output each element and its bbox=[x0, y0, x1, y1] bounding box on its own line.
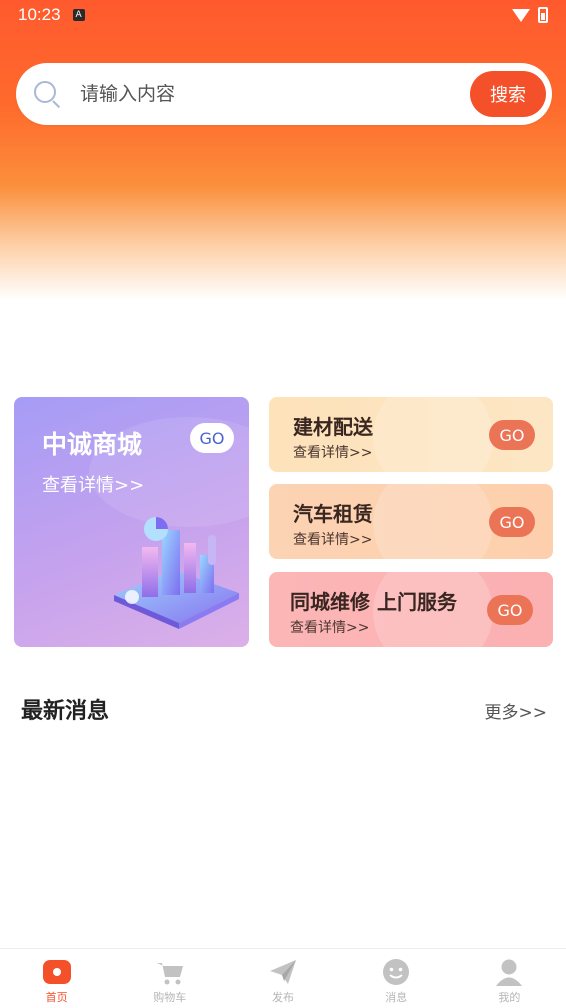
notification-icon: A bbox=[72, 9, 85, 21]
repair-service-go-button[interactable]: GO bbox=[487, 595, 533, 625]
tab-messages[interactable]: 消息 bbox=[340, 949, 453, 1008]
tab-publish[interactable]: 发布 bbox=[226, 949, 339, 1008]
hero-background bbox=[0, 0, 566, 300]
building-material-go-button[interactable]: GO bbox=[489, 420, 535, 450]
tab-cart[interactable]: 购物车 bbox=[113, 949, 226, 1008]
repair-service-card[interactable]: 同城维修 上门服务 查看详情>> GO bbox=[269, 572, 553, 647]
mall-card[interactable]: 中诚商城 查看详情>> GO bbox=[14, 397, 249, 647]
news-section-title: 最新消息 bbox=[21, 699, 110, 724]
send-icon bbox=[268, 957, 298, 987]
status-icons bbox=[512, 7, 548, 23]
wifi-icon bbox=[512, 8, 530, 22]
tab-profile[interactable]: 我的 bbox=[453, 949, 566, 1008]
tab-messages-label: 消息 bbox=[385, 991, 408, 1004]
car-rental-title: 汽车租赁 bbox=[293, 502, 373, 526]
mall-go-button[interactable]: GO bbox=[190, 423, 234, 453]
mall-card-subtitle: 查看详情>> bbox=[42, 475, 145, 496]
building-material-title: 建材配送 bbox=[293, 415, 373, 439]
building-material-card[interactable]: 建材配送 查看详情>> GO bbox=[269, 397, 553, 472]
battery-icon bbox=[538, 7, 548, 23]
car-rental-subtitle: 查看详情>> bbox=[293, 532, 373, 548]
search-button[interactable]: 搜索 bbox=[470, 71, 546, 117]
repair-service-title: 同城维修 上门服务 bbox=[290, 590, 457, 614]
profile-icon bbox=[494, 957, 524, 987]
car-rental-card[interactable]: 汽车租赁 查看详情>> GO bbox=[269, 484, 553, 559]
status-time: 10:23 bbox=[18, 5, 61, 24]
search-icon bbox=[34, 81, 61, 109]
repair-service-subtitle: 查看详情>> bbox=[290, 620, 370, 636]
tab-home[interactable]: 首页 bbox=[0, 949, 113, 1008]
news-more-link[interactable]: 更多>> bbox=[485, 698, 548, 723]
mall-card-title: 中诚商城 bbox=[42, 430, 143, 459]
tab-profile-label: 我的 bbox=[498, 991, 521, 1004]
bottom-tab-bar: 首页 购物车 发布 消息 我的 bbox=[0, 948, 566, 1008]
building-material-subtitle: 查看详情>> bbox=[293, 445, 373, 461]
tab-home-label: 首页 bbox=[45, 991, 68, 1004]
city-illustration-icon bbox=[114, 517, 239, 629]
tab-publish-label: 发布 bbox=[272, 991, 294, 1004]
search-input[interactable] bbox=[80, 83, 470, 105]
status-bar: 10:23 A bbox=[0, 0, 566, 30]
car-rental-go-button[interactable]: GO bbox=[489, 507, 535, 537]
cart-icon bbox=[155, 957, 185, 987]
message-icon bbox=[381, 957, 411, 987]
home-icon bbox=[42, 957, 72, 987]
search-bar: 搜索 bbox=[16, 63, 552, 125]
tab-cart-label: 购物车 bbox=[153, 991, 187, 1004]
